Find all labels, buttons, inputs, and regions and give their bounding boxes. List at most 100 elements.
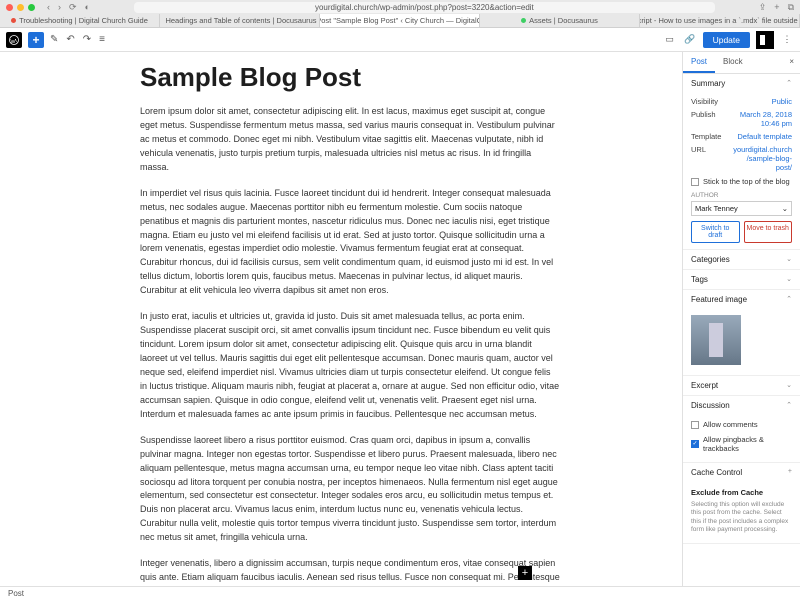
author-select[interactable]: Mark Tenney ⌄ (691, 201, 792, 216)
url-value[interactable]: yourdigital.church /sample-blog-post/ (732, 145, 792, 172)
share-icon[interactable]: ⇪ (759, 2, 767, 13)
panel-title: Cache Control (691, 468, 742, 477)
tabs-icon[interactable]: ⧉ (788, 2, 794, 13)
options-icon[interactable]: ⋮ (780, 33, 794, 47)
visibility-value[interactable]: Public (772, 97, 792, 106)
tab-label: Edit Post "Sample Blog Post" ‹ City Chur… (320, 16, 480, 25)
undo-icon[interactable]: ↶ (66, 34, 74, 45)
tab-post[interactable]: Post (683, 52, 715, 73)
panel-title: Discussion (691, 401, 730, 410)
close-sidebar-button[interactable]: × (783, 52, 800, 73)
move-to-trash-button[interactable]: Move to trash (744, 221, 793, 243)
close-window-button[interactable] (6, 4, 13, 11)
visibility-label: Visibility (691, 97, 718, 106)
paragraph-block[interactable]: In justo erat, iaculis et ultricies ut, … (140, 310, 560, 422)
tab-block[interactable]: Block (715, 52, 751, 73)
reload-icon[interactable]: ⟳ (69, 2, 77, 13)
chevron-down-icon: ⌄ (786, 381, 792, 390)
browser-tab-active[interactable]: Edit Post "Sample Blog Post" ‹ City Chur… (320, 14, 480, 27)
redo-icon[interactable]: ↷ (83, 34, 91, 45)
allow-pingbacks-checkbox[interactable]: Allow pingbacks & trackbacks (691, 432, 792, 456)
browser-nav: ‹ › ⟳ ◐ (47, 2, 90, 13)
post-title[interactable]: Sample Blog Post (140, 62, 642, 93)
settings-panel-toggle[interactable] (756, 31, 774, 49)
panel-excerpt-toggle[interactable]: Excerpt ⌄ (683, 376, 800, 395)
panel-title: Summary (691, 79, 725, 88)
author-heading: AUTHOR (691, 192, 792, 199)
settings-sidebar: Post Block × Summary ⌃ Visibility Public P… (682, 52, 800, 586)
publish-label: Publish (691, 110, 716, 128)
chevron-down-icon: ⌄ (782, 204, 788, 213)
panel-discussion-toggle[interactable]: Discussion ⌃ (683, 396, 800, 415)
minimize-window-button[interactable] (17, 4, 24, 11)
back-icon[interactable]: ‹ (47, 2, 50, 13)
browser-chrome: ‹ › ⟳ ◐ yourdigital.church/wp-admin/post… (0, 0, 800, 14)
tab-label: Javascript - How to use images in a `.md… (640, 16, 800, 25)
favicon-icon (521, 18, 526, 23)
checkbox-label: Allow pingbacks & trackbacks (703, 435, 792, 453)
chevron-down-icon: ⌄ (786, 255, 792, 264)
panel-title: Tags (691, 275, 708, 284)
paragraph-block[interactable]: Integer venenatis, libero a dignissim ac… (140, 557, 560, 586)
preview-icon[interactable]: 🔗 (683, 33, 697, 47)
url-bar[interactable]: yourdigital.church/wp-admin/post.php?pos… (134, 2, 715, 13)
maximize-window-button[interactable] (28, 4, 35, 11)
editor-breadcrumb-bar: Post (0, 586, 800, 600)
edit-icon[interactable]: ✎ (50, 34, 58, 45)
chevron-down-icon: + (788, 468, 792, 477)
browser-tabs: Troubleshooting | Digital Church Guide H… (0, 14, 800, 28)
panel-title: Excerpt (691, 381, 718, 390)
stick-label: Stick to the top of the blog (703, 177, 790, 186)
tab-label: Troubleshooting | Digital Church Guide (19, 16, 148, 25)
panel-summary: Summary ⌃ Visibility Public Publish March 2… (683, 74, 800, 250)
panel-summary-toggle[interactable]: Summary ⌃ (683, 74, 800, 93)
checkbox-icon (691, 178, 699, 186)
checkbox-label: Allow comments (703, 420, 758, 429)
tab-label: Headings and Table of contents | Docusau… (165, 16, 316, 25)
browser-tab[interactable]: Assets | Docusaurus (480, 14, 640, 27)
chevron-up-icon: ⌃ (786, 79, 792, 88)
stick-checkbox-row[interactable]: Stick to the top of the blog (691, 174, 792, 189)
panel-title: Categories (691, 255, 730, 264)
browser-tab[interactable]: Headings and Table of contents | Docusau… (160, 14, 320, 27)
browser-tab[interactable]: Javascript - How to use images in a `.md… (640, 14, 800, 27)
editor-canvas[interactable]: Sample Blog Post Lorem ipsum dolor sit a… (0, 52, 682, 586)
shield-icon[interactable]: ◐ (85, 2, 90, 13)
paragraph-block[interactable]: Lorem ipsum dolor sit amet, consectetur … (140, 105, 560, 175)
panel-categories-toggle[interactable]: Categories ⌄ (683, 250, 800, 269)
paragraph-block[interactable]: In imperdiet vel risus quis lacinia. Fus… (140, 187, 560, 299)
window-controls (6, 4, 35, 11)
panel-tags-toggle[interactable]: Tags ⌄ (683, 270, 800, 289)
chevron-up-icon: ⌃ (786, 295, 792, 304)
details-icon[interactable]: ≡ (99, 34, 105, 45)
wp-logo-icon[interactable] (6, 32, 22, 48)
new-tab-icon[interactable]: + (774, 2, 779, 13)
publish-value[interactable]: March 28, 2018 10:46 pm (732, 110, 792, 128)
update-button[interactable]: Update (703, 32, 750, 48)
featured-image-thumbnail[interactable] (691, 315, 741, 365)
tab-label: Assets | Docusaurus (529, 16, 598, 25)
author-value: Mark Tenney (695, 204, 738, 213)
panel-discussion: Discussion ⌃ Allow comments Allow pingbac… (683, 396, 800, 463)
forward-icon[interactable]: › (58, 2, 61, 13)
panel-cache-control: Cache Control+ Exclude from Cache Select… (683, 463, 800, 544)
template-label: Template (691, 132, 721, 141)
checkbox-checked-icon (691, 440, 699, 448)
switch-to-draft-button[interactable]: Switch to draft (691, 221, 740, 243)
paragraph-block[interactable]: Suspendisse laoreet libero a risus portt… (140, 434, 560, 546)
breadcrumb[interactable]: Post (8, 589, 24, 598)
desktop-preview-icon[interactable]: ▭ (663, 33, 677, 47)
add-block-button[interactable]: + (28, 32, 44, 48)
panel-featured-image: Featured image ⌃ (683, 290, 800, 376)
insert-block-button[interactable]: + (518, 566, 532, 580)
allow-comments-checkbox[interactable]: Allow comments (691, 417, 792, 432)
chevron-down-icon: ⌄ (786, 275, 792, 284)
checkbox-icon (691, 421, 699, 429)
panel-cache-control-toggle[interactable]: Cache Control + (683, 463, 800, 482)
template-value[interactable]: Default template (737, 132, 792, 141)
panel-featured-image-toggle[interactable]: Featured image ⌃ (683, 290, 800, 309)
cache-caption: Selecting this option will exclude this … (691, 499, 792, 537)
browser-tab[interactable]: Troubleshooting | Digital Church Guide (0, 14, 160, 27)
chevron-up-icon: ⌃ (786, 401, 792, 410)
panel-title: Featured image (691, 295, 747, 304)
